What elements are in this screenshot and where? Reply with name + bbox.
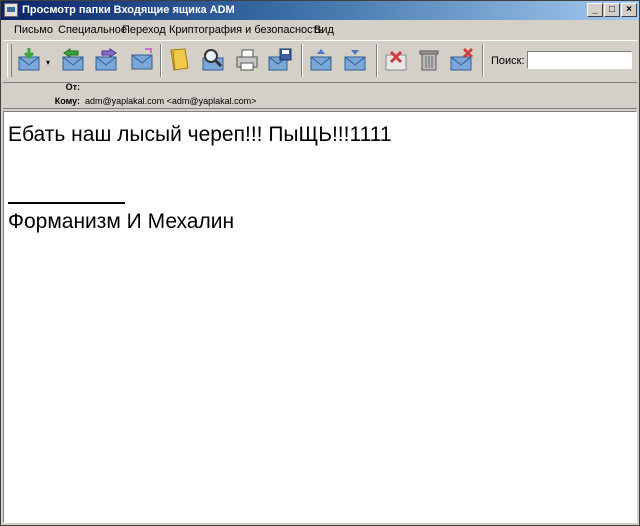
maximize-button[interactable]: □	[604, 3, 620, 17]
minimize-button[interactable]: _	[587, 3, 603, 17]
address-book-icon[interactable]	[166, 47, 192, 73]
to-label: Кому:	[54, 96, 80, 106]
mark-icon[interactable]	[383, 47, 409, 73]
move-up-icon[interactable]	[308, 47, 334, 73]
from-label: От:	[65, 82, 80, 92]
window-title: Просмотр папки Входящие ящика ADM	[22, 4, 235, 16]
search-label: Поиск:	[491, 55, 525, 67]
menu-crypto[interactable]: Криптография и безопасность	[169, 24, 323, 36]
menu-view[interactable]: Вид	[314, 24, 334, 36]
menu-go[interactable]: Переход	[122, 24, 166, 36]
toolbar: ▾ Поиск:	[3, 40, 637, 83]
message-header: От: Кому: adm@yaplakal.com <adm@yaplakal…	[3, 82, 637, 109]
mail-app-icon	[4, 3, 18, 17]
toolbar-grip[interactable]	[7, 44, 12, 77]
delete-icon[interactable]	[416, 47, 442, 73]
toolbar-separator	[160, 44, 162, 77]
message-text: Ебать наш лысый череп!!! ПыЩЬ!!!1111	[8, 123, 392, 146]
get-mail-icon[interactable]	[17, 47, 43, 73]
toolbar-separator	[482, 44, 484, 77]
reply-icon[interactable]	[60, 47, 86, 73]
new-message-icon[interactable]	[129, 47, 155, 73]
signature-text: Форманизм И Мехалин	[8, 210, 235, 233]
forward-icon[interactable]	[94, 47, 120, 73]
menu-special[interactable]: Специальное	[58, 24, 127, 36]
move-down-icon[interactable]	[342, 47, 368, 73]
menu-letter[interactable]: Письмо	[14, 24, 53, 36]
signature-separator	[8, 202, 125, 204]
junk-icon[interactable]	[449, 47, 475, 73]
close-button[interactable]: ×	[621, 3, 637, 17]
title-bar[interactable]: Просмотр папки Входящие ящика ADM _ □ ×	[1, 1, 639, 20]
message-body[interactable]: Ебать наш лысый череп!!! ПыЩЬ!!!1111 Фор…	[3, 111, 637, 523]
mail-viewer-window: Просмотр папки Входящие ящика ADM _ □ × …	[0, 0, 640, 526]
search-input[interactable]	[527, 51, 632, 69]
menu-bar: Письмо Специальное Переход Криптография …	[1, 20, 341, 40]
toolbar-separator	[301, 44, 303, 77]
get-mail-dropdown-icon[interactable]: ▾	[46, 58, 50, 67]
save-icon[interactable]	[267, 47, 293, 73]
to-value[interactable]: adm@yaplakal.com <adm@yaplakal.com>	[85, 96, 256, 106]
print-icon[interactable]	[234, 47, 260, 73]
find-icon[interactable]	[200, 47, 226, 73]
toolbar-separator	[376, 44, 378, 77]
